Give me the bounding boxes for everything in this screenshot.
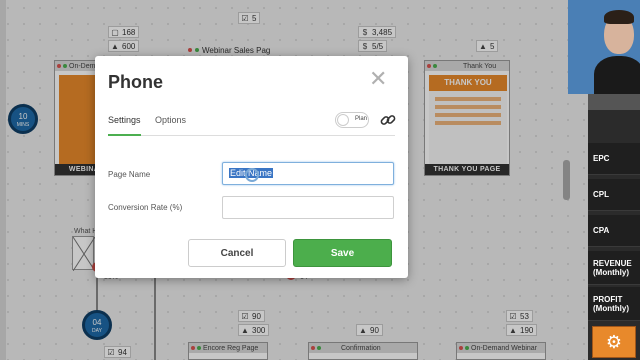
tab-settings[interactable]: Settings: [108, 115, 141, 125]
tab-options[interactable]: Options: [155, 115, 186, 125]
close-icon[interactable]: ✕: [369, 68, 387, 90]
metric-cpa[interactable]: CPA: [588, 215, 640, 247]
page-name-label: Page Name: [108, 170, 151, 179]
metric-cpl[interactable]: CPL: [588, 179, 640, 211]
toggle-knob: [337, 114, 349, 126]
presenter-hair: [604, 10, 634, 24]
webcam-overlay: [568, 0, 640, 94]
phone-settings-modal: Phone ✕ Settings Options Plan Page Name …: [95, 56, 408, 278]
save-button[interactable]: Save: [293, 239, 392, 267]
gear-icon: ⚙: [605, 332, 623, 352]
settings-gear-button[interactable]: ⚙: [592, 326, 636, 358]
conversion-rate-label: Conversion Rate (%): [108, 203, 183, 212]
active-tab-indicator: [108, 134, 141, 136]
plan-toggle[interactable]: Plan: [335, 112, 369, 128]
modal-title: Phone: [108, 72, 164, 92]
metric-revenue[interactable]: REVENUE (Monthly): [588, 251, 640, 285]
toggle-label: Plan: [355, 116, 368, 122]
modal-tabs: Settings Options Plan: [108, 112, 396, 136]
conversion-rate-input[interactable]: [222, 196, 394, 219]
presenter-shirt: [594, 56, 640, 94]
mouse-cursor-indicator: [245, 168, 259, 182]
metric-epc[interactable]: EPC: [588, 143, 640, 175]
link-icon[interactable]: [380, 112, 396, 128]
cancel-button[interactable]: Cancel: [188, 239, 286, 267]
metric-profit[interactable]: PROFIT (Monthly): [588, 287, 640, 321]
